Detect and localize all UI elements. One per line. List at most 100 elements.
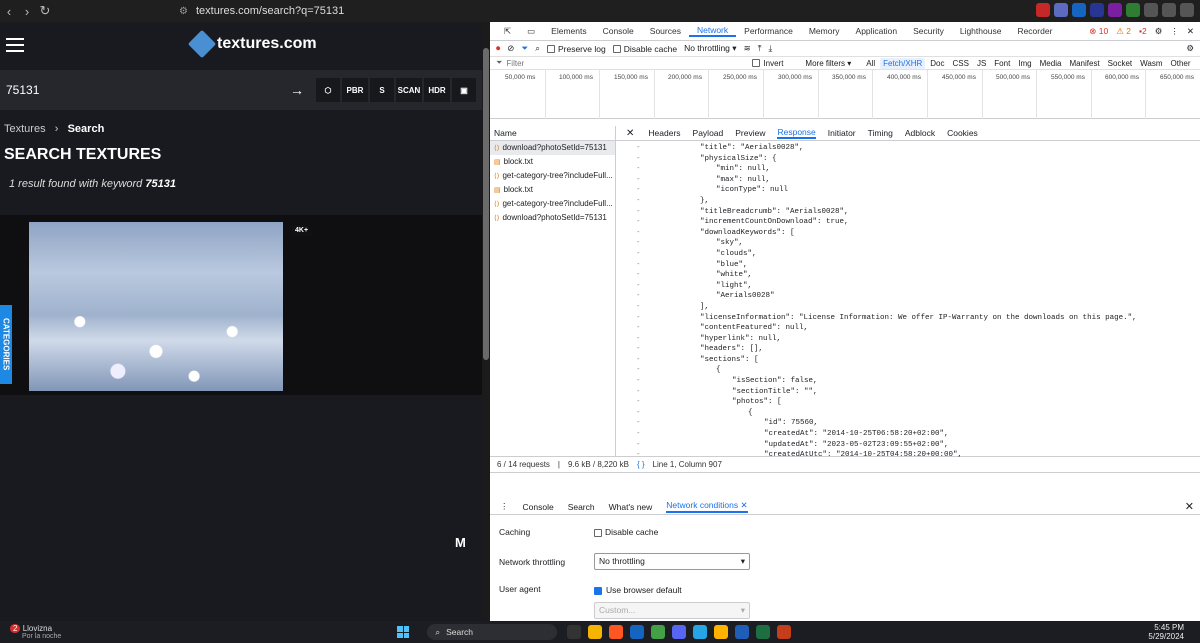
site-settings-icon[interactable]: ⚙ — [179, 6, 188, 17]
disable-cache-checkbox[interactable]: Disable cache — [612, 44, 677, 54]
type-filter-wasm[interactable]: Wasm — [1137, 58, 1165, 69]
drawer-tab-search[interactable]: Search — [568, 502, 595, 512]
preserve-log-checkbox[interactable]: Preserve log — [546, 44, 606, 54]
tab-cookies[interactable]: Cookies — [947, 128, 978, 138]
tab-payload[interactable]: Payload — [693, 128, 724, 138]
tab-recorder[interactable]: Recorder — [1009, 26, 1060, 36]
code-scrollbar[interactable] — [1192, 143, 1200, 457]
taskbar-search[interactable]: ⌕ Search — [427, 624, 558, 640]
network-timeline[interactable]: 50,000 ms 100,000 ms 150,000 ms 200,000 ms 2… — [490, 70, 1200, 119]
drawer-tab-console[interactable]: Console — [523, 502, 554, 512]
m-logo-button[interactable]: M — [455, 535, 466, 550]
tab-memory[interactable]: Memory — [801, 26, 848, 36]
device-toolbar-icon[interactable]: ▭ — [519, 26, 543, 37]
categories-tab[interactable]: CATEGORIES — [0, 305, 12, 384]
site-logo[interactable]: textures.com — [187, 29, 317, 59]
extension-icon[interactable] — [1108, 3, 1122, 17]
task-view-icon[interactable] — [567, 625, 582, 639]
select-box[interactable]: No throttling ▾ — [594, 553, 750, 570]
type-filter-media[interactable]: Media — [1037, 58, 1065, 69]
settings-gear-icon[interactable]: ⚙ — [1155, 26, 1163, 37]
forward-icon[interactable]: › — [18, 4, 36, 19]
telegram-icon[interactable] — [693, 625, 708, 639]
excel-icon[interactable] — [756, 625, 771, 639]
close-detail-icon[interactable]: ✕ — [626, 128, 634, 139]
tab-elements[interactable]: Elements — [543, 26, 594, 36]
extension-icon[interactable] — [1072, 3, 1086, 17]
tab-console[interactable]: Console — [595, 26, 642, 36]
tab-preview[interactable]: Preview — [735, 128, 765, 138]
drawer-tab-network-conditions[interactable]: Network conditions ✕ — [666, 500, 748, 513]
type-filter-font[interactable]: Font — [991, 58, 1013, 69]
tab-sources[interactable]: Sources — [642, 26, 689, 36]
file-explorer-icon[interactable] — [714, 625, 729, 639]
drawer-tab-whats-new[interactable]: What's new — [609, 502, 653, 512]
wifi-icon[interactable]: ≋ — [744, 43, 751, 54]
type-filter-fetch-xhr[interactable]: Fetch/XHR — [880, 57, 926, 69]
extension-icon[interactable] — [1054, 3, 1068, 17]
search-icon[interactable]: ⌕ — [535, 43, 540, 54]
extension-icon[interactable] — [1144, 3, 1158, 17]
tab-adblock[interactable]: Adblock — [905, 128, 935, 138]
substance-filter-icon[interactable]: S — [370, 78, 394, 102]
request-row[interactable]: ⟨⟩ download?photoSetId=75131 — [490, 141, 615, 155]
type-filter-doc[interactable]: Doc — [927, 58, 947, 69]
tab-network[interactable]: Network — [688, 25, 737, 37]
issues-count[interactable]: ▪2 — [1139, 26, 1147, 37]
result-thumbnail[interactable] — [29, 222, 283, 391]
tab-application[interactable]: Application — [848, 26, 906, 36]
type-filter-other[interactable]: Other — [1168, 58, 1194, 69]
site-scrollbar[interactable] — [482, 22, 490, 621]
search-input[interactable]: 75131 — [0, 83, 300, 97]
more-filters-dropdown[interactable]: More filters ▾ — [805, 59, 851, 68]
use-browser-default-checkbox[interactable]: Use browser default — [594, 585, 682, 595]
caching-disable-checkbox[interactable]: Disable cache — [594, 527, 658, 537]
pretty-print-icon[interactable]: { } — [637, 460, 645, 469]
powerpoint-icon[interactable] — [777, 625, 792, 639]
tab-initiator[interactable]: Initiator — [828, 128, 856, 138]
address-bar[interactable]: ⚙ textures.com/search?q=75131 — [179, 5, 344, 17]
tab-performance[interactable]: Performance — [736, 26, 801, 36]
request-row[interactable]: ▤ block.txt — [490, 155, 615, 169]
name-column-header[interactable]: Name — [490, 126, 615, 141]
upload-icon[interactable]: ⤒ — [758, 43, 762, 54]
download-icon[interactable]: ⤓ — [768, 43, 772, 54]
network-settings-gear-icon[interactable]: ⚙ — [1186, 43, 1194, 54]
brave-icon[interactable] — [609, 625, 624, 639]
outlook-icon[interactable] — [630, 625, 645, 639]
devtools-cursor-icon[interactable]: ⇱ — [496, 26, 519, 37]
type-filter-img[interactable]: Img — [1015, 58, 1034, 69]
extension-icon[interactable] — [1036, 3, 1050, 17]
custom-user-agent-select[interactable]: Custom... ▾ — [594, 602, 750, 619]
network-throttling-select[interactable]: No throttling ▾ — [594, 553, 750, 570]
tab-security[interactable]: Security — [905, 26, 952, 36]
breadcrumb-textures[interactable]: Textures — [4, 123, 46, 135]
request-row[interactable]: ⟨⟩ download?photoSetId=75131 — [490, 211, 615, 225]
search-submit-arrow-icon[interactable]: → — [290, 82, 304, 98]
extension-icon[interactable] — [1090, 3, 1104, 17]
tab-response[interactable]: Response — [777, 127, 816, 139]
system-clock[interactable]: 5:45 PM 5/29/2024 — [1148, 623, 1184, 641]
type-filter-js[interactable]: JS — [974, 58, 989, 69]
reload-icon[interactable]: ↻ — [36, 3, 54, 19]
error-count[interactable]: ⊗ 10 — [1089, 26, 1108, 37]
hamburger-menu-icon[interactable] — [6, 38, 24, 56]
invert-checkbox[interactable]: Invert — [752, 59, 783, 68]
clear-icon[interactable]: ⊘ — [507, 43, 514, 54]
image-filter-icon[interactable]: ▣ — [452, 78, 476, 102]
weather-widget[interactable]: 2 Llovizna Por la noche — [10, 624, 61, 640]
type-filter-all[interactable]: All — [863, 58, 878, 69]
close-drawer-icon[interactable]: ✕ — [1185, 500, 1194, 513]
type-filter-manifest[interactable]: Manifest — [1066, 58, 1102, 69]
drawer-menu-icon[interactable]: ⋮ — [500, 501, 509, 512]
record-icon[interactable]: ⏺ — [496, 43, 500, 54]
throttling-select[interactable]: No throttling ▾ — [684, 43, 736, 54]
discord-icon[interactable] — [672, 625, 687, 639]
type-filter-socket[interactable]: Socket — [1105, 58, 1135, 69]
filter-pbr[interactable]: PBR — [342, 78, 368, 102]
tab-headers[interactable]: Headers — [648, 128, 680, 138]
back-icon[interactable]: ‹ — [0, 4, 18, 19]
extension-icon[interactable] — [1126, 3, 1140, 17]
3d-filter-icon[interactable]: ⬡ — [316, 78, 340, 102]
filter-scan[interactable]: SCAN — [396, 78, 422, 102]
